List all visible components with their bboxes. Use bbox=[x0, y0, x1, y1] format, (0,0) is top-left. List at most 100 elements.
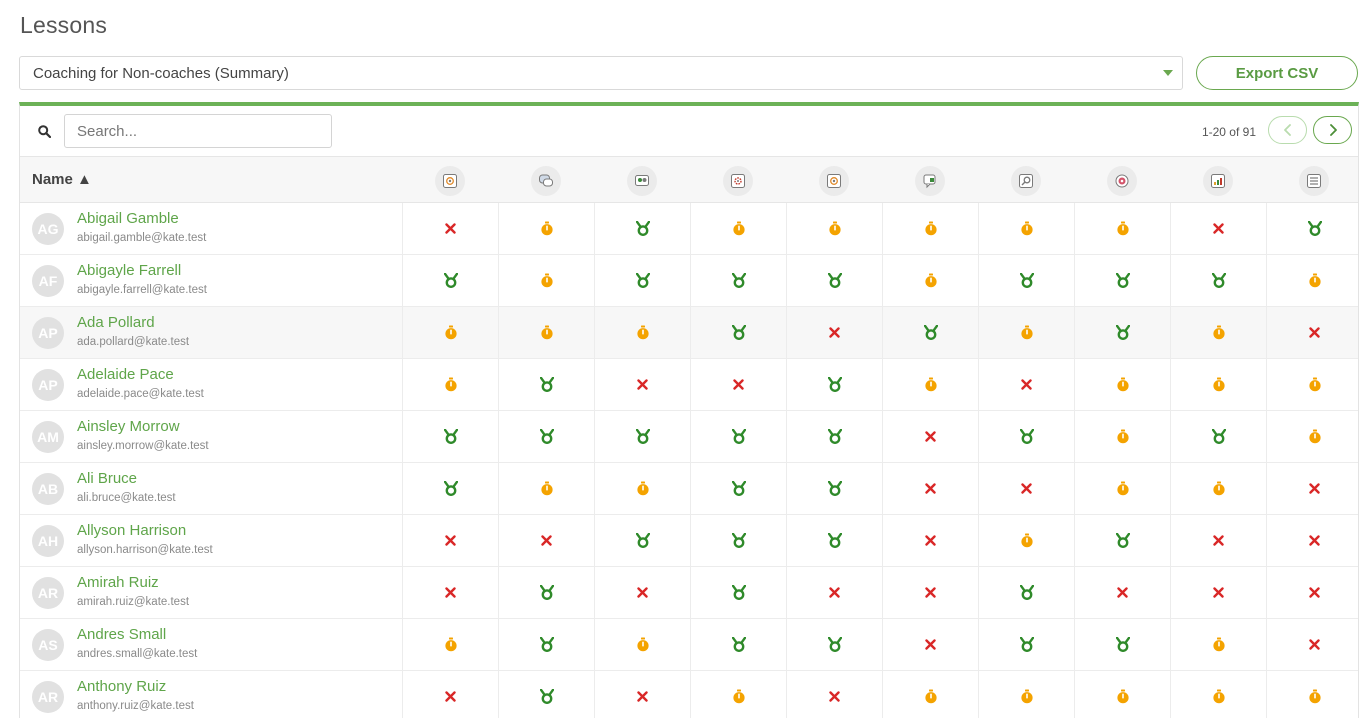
search-icon[interactable] bbox=[1011, 166, 1041, 196]
cross-icon bbox=[1309, 327, 1320, 338]
medal-icon bbox=[635, 273, 650, 288]
stopwatch-icon bbox=[924, 221, 938, 236]
list-icon[interactable] bbox=[1299, 166, 1329, 196]
goal-icon[interactable] bbox=[1107, 166, 1137, 196]
status-cell bbox=[690, 411, 786, 462]
stopwatch-icon bbox=[1212, 481, 1226, 496]
status-cell bbox=[1074, 307, 1170, 358]
medal-icon bbox=[1019, 429, 1034, 444]
status-cell bbox=[786, 255, 882, 306]
lessons-table: 1-20 of 91 Name ▲ AG Abigail Gamble abigai… bbox=[19, 102, 1359, 718]
stopwatch-icon bbox=[1116, 689, 1130, 704]
user-name-link[interactable]: Ada Pollard bbox=[77, 314, 155, 331]
medal-icon bbox=[539, 689, 554, 704]
table-row: AP Ada Pollard ada.pollard@kate.test bbox=[20, 307, 1358, 359]
medal-icon bbox=[1307, 221, 1322, 236]
status-cell bbox=[978, 307, 1074, 358]
cross-icon bbox=[829, 691, 840, 702]
export-csv-button[interactable]: Export CSV bbox=[1196, 56, 1358, 90]
stopwatch-icon bbox=[924, 273, 938, 288]
status-cell bbox=[594, 671, 690, 718]
prev-page-button[interactable] bbox=[1268, 116, 1307, 144]
avatar: AP bbox=[32, 369, 64, 401]
stopwatch-icon bbox=[1020, 325, 1034, 340]
stopwatch-icon bbox=[444, 637, 458, 652]
stopwatch-icon bbox=[1212, 325, 1226, 340]
status-cell bbox=[498, 203, 594, 254]
stopwatch-icon bbox=[1116, 481, 1130, 496]
stopwatch-icon bbox=[540, 481, 554, 496]
stopwatch-icon bbox=[540, 325, 554, 340]
user-name-link[interactable]: Anthony Ruiz bbox=[77, 678, 166, 695]
status-cell bbox=[690, 359, 786, 410]
status-cell bbox=[690, 619, 786, 670]
status-cell bbox=[978, 203, 1074, 254]
status-cell bbox=[690, 255, 786, 306]
user-name-link[interactable]: Abigayle Farrell bbox=[77, 262, 181, 279]
status-cell bbox=[690, 515, 786, 566]
chat-icon[interactable] bbox=[531, 166, 561, 196]
pagination-range: 1-20 of 91 bbox=[1201, 125, 1256, 139]
stopwatch-icon bbox=[924, 689, 938, 704]
stopwatch-icon bbox=[1020, 533, 1034, 548]
status-cell bbox=[402, 671, 498, 718]
status-cell bbox=[978, 255, 1074, 306]
table-row: AH Allyson Harrison allyson.harrison@kate.… bbox=[20, 515, 1358, 567]
user-name-link[interactable]: Ali Bruce bbox=[77, 470, 137, 487]
medal-icon bbox=[731, 273, 746, 288]
status-cell bbox=[594, 203, 690, 254]
status-cell bbox=[1170, 411, 1266, 462]
page-title: Lessons bbox=[20, 12, 108, 38]
status-cell bbox=[978, 619, 1074, 670]
status-cell bbox=[1170, 255, 1266, 306]
avatar: AH bbox=[32, 525, 64, 557]
medal-icon bbox=[443, 481, 458, 496]
avatar: AM bbox=[32, 421, 64, 453]
target-icon[interactable] bbox=[435, 166, 465, 196]
status-cell bbox=[594, 411, 690, 462]
status-cell bbox=[1266, 463, 1362, 514]
stopwatch-icon bbox=[1212, 377, 1226, 392]
name-column-header[interactable]: Name ▲ bbox=[32, 171, 92, 188]
status-cell bbox=[1170, 307, 1266, 358]
next-page-button[interactable] bbox=[1313, 116, 1352, 144]
chevron-right-icon bbox=[1329, 124, 1337, 136]
cross-icon bbox=[925, 587, 936, 598]
status-cell bbox=[786, 411, 882, 462]
target-icon[interactable] bbox=[819, 166, 849, 196]
user-name-link[interactable]: Abigail Gamble bbox=[77, 210, 179, 227]
lesson-select-value: Coaching for Non-coaches (Summary) bbox=[33, 64, 289, 82]
status-cell bbox=[498, 619, 594, 670]
avatar: AR bbox=[32, 681, 64, 713]
team-icon[interactable] bbox=[627, 166, 657, 196]
stopwatch-icon bbox=[444, 325, 458, 340]
status-cell bbox=[498, 255, 594, 306]
user-email: ali.bruce@kate.test bbox=[77, 492, 176, 504]
user-email: ada.pollard@kate.test bbox=[77, 336, 190, 348]
medal-icon bbox=[443, 273, 458, 288]
user-name-link[interactable]: Amirah Ruiz bbox=[77, 574, 159, 591]
user-name-link[interactable]: Ainsley Morrow bbox=[77, 418, 180, 435]
chart-icon[interactable] bbox=[1203, 166, 1233, 196]
status-cell bbox=[690, 307, 786, 358]
lesson-select[interactable]: Coaching for Non-coaches (Summary) bbox=[19, 56, 1183, 90]
user-email: anthony.ruiz@kate.test bbox=[77, 700, 194, 712]
user-name-link[interactable]: Allyson Harrison bbox=[77, 522, 186, 539]
status-cell bbox=[882, 671, 978, 718]
user-name-link[interactable]: Adelaide Pace bbox=[77, 366, 174, 383]
gear-icon[interactable] bbox=[723, 166, 753, 196]
user-name-link[interactable]: Andres Small bbox=[77, 626, 166, 643]
status-cell bbox=[978, 463, 1074, 514]
stopwatch-icon bbox=[1020, 221, 1034, 236]
status-cell bbox=[786, 359, 882, 410]
table-row: AS Andres Small andres.small@kate.test bbox=[20, 619, 1358, 671]
cross-icon bbox=[637, 587, 648, 598]
status-cell bbox=[594, 255, 690, 306]
status-cell bbox=[1266, 411, 1362, 462]
stopwatch-icon bbox=[1212, 637, 1226, 652]
medal-icon bbox=[827, 637, 842, 652]
stopwatch-icon bbox=[1308, 273, 1322, 288]
cross-icon bbox=[1213, 223, 1224, 234]
search-input[interactable] bbox=[64, 114, 332, 148]
feedback-icon[interactable] bbox=[915, 166, 945, 196]
